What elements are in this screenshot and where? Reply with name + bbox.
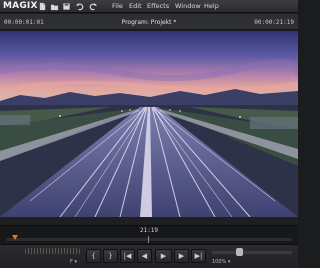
zoom-select[interactable]: 100% ▾ (212, 259, 230, 265)
program-title-bar: 00:00:01:01 Program: Projekt * 00:00:21:… (0, 14, 298, 30)
timeline-track[interactable] (6, 238, 292, 241)
speed-select[interactable]: F ▾ (70, 259, 77, 265)
timeline-center-tick (148, 236, 149, 243)
menu-window[interactable]: Window (175, 2, 201, 10)
zoom-slider-track[interactable] (212, 251, 292, 254)
save-icon[interactable] (62, 2, 71, 11)
timeline-scrubber[interactable]: 21:19 (0, 225, 298, 245)
step-forward-button[interactable]: ▶ (174, 249, 189, 263)
next-marker-button[interactable]: ▶| (191, 249, 206, 263)
app-logo: MAGIX (3, 1, 38, 11)
menu-file[interactable]: File (112, 2, 123, 10)
mark-in-button[interactable]: { (86, 249, 101, 263)
undo-icon[interactable] (75, 2, 84, 11)
jog-wheel[interactable] (25, 248, 80, 254)
zoom-slider-knob[interactable] (236, 248, 243, 256)
menu-bar: MAGIX File Edit Effects Window Help (0, 0, 298, 13)
open-folder-icon[interactable] (50, 2, 59, 11)
menu-effects[interactable]: Effects (147, 2, 169, 10)
play-button[interactable]: ▶ (155, 249, 172, 263)
timeline-position-label: 21:19 (139, 227, 159, 234)
new-file-icon[interactable] (38, 2, 47, 11)
menu-edit[interactable]: Edit (129, 2, 142, 10)
playhead-marker[interactable] (12, 235, 18, 240)
total-timecode: 00:00:21:19 (254, 19, 294, 26)
prev-marker-button[interactable]: |◀ (120, 249, 135, 263)
step-back-button[interactable]: ◀ (137, 249, 152, 263)
preview-frame (0, 31, 298, 217)
menu-help[interactable]: Help (204, 2, 219, 10)
transport-controls: F ▾ { } |◀ ◀ ▶ ▶ ▶| 100% ▾ (0, 245, 298, 268)
preview-status-strip (0, 217, 298, 225)
redo-icon[interactable] (89, 2, 98, 11)
mark-out-button[interactable]: } (103, 249, 118, 263)
video-preview[interactable] (0, 31, 298, 217)
